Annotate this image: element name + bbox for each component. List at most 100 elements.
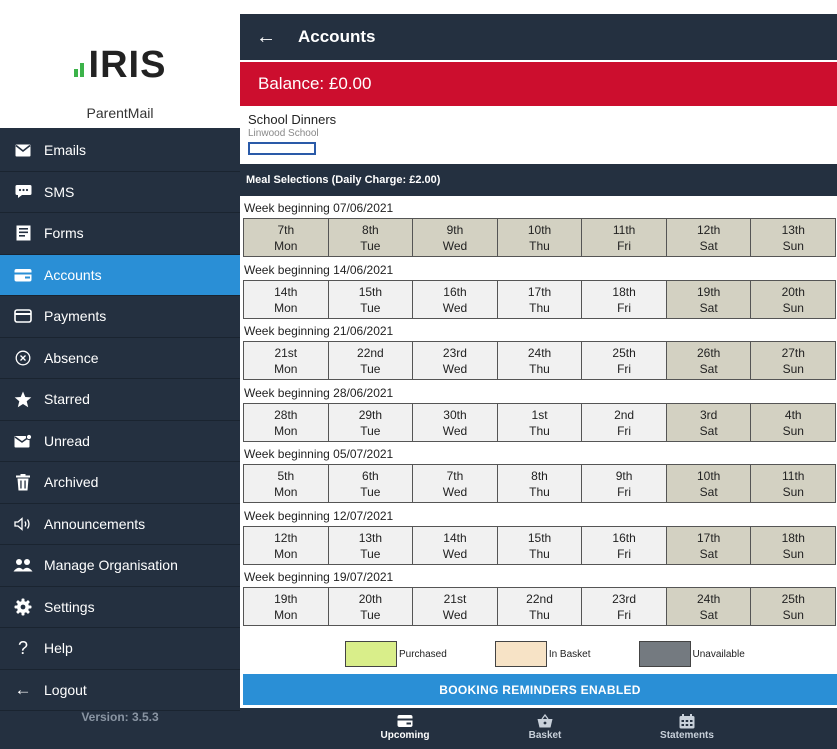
booking-reminders-button[interactable]: BOOKING REMINDERS ENABLED	[243, 674, 837, 705]
day-cell[interactable]: 20th Sun	[751, 280, 836, 318]
day-name: Sun	[782, 546, 804, 561]
day-cell[interactable]: 16th Fri	[582, 526, 667, 564]
day-cell[interactable]: 11th Fri	[582, 219, 667, 256]
tab-upcoming[interactable]: Upcoming	[345, 708, 465, 749]
day-date: 15th	[358, 284, 383, 299]
day-cell[interactable]: 21st Wed	[413, 588, 498, 625]
day-cell[interactable]: 13th Tue	[328, 526, 414, 564]
day-cell[interactable]: 23rd Wed	[413, 342, 498, 379]
day-cell[interactable]: 3rd Sat	[666, 403, 752, 441]
day-cell[interactable]: 4th Sun	[751, 403, 836, 441]
sidebar-item-emails[interactable]: Emails	[0, 130, 240, 172]
legend-in-basket-label: In Basket	[548, 648, 591, 660]
sidebar-item-forms[interactable]: Forms	[0, 213, 240, 255]
day-cell[interactable]: 2nd Fri	[582, 403, 667, 441]
day-name: Sat	[699, 300, 718, 315]
sidebar-item-label: SMS	[44, 183, 75, 200]
sidebar-item-archived[interactable]: Archived	[0, 462, 240, 504]
sidebar-item-settings[interactable]: Settings	[0, 587, 240, 628]
day-cell[interactable]: 1st Thu	[497, 403, 583, 441]
day-cell[interactable]: 23rd Fri	[582, 588, 667, 625]
day-cell[interactable]: 13th Sun	[751, 219, 836, 256]
legend-unavailable-swatch	[638, 641, 691, 667]
sidebar-item-label: Absence	[44, 349, 99, 366]
day-date: 23rd	[612, 592, 637, 606]
logo-text: IRIS	[88, 44, 167, 86]
day-date: 10th	[697, 469, 721, 483]
day-cell[interactable]: 10th Sat	[666, 465, 752, 502]
day-cell[interactable]: 20th Tue	[328, 588, 414, 625]
day-cell[interactable]: 9th Fri	[582, 465, 667, 502]
day-cell[interactable]: 15th Tue	[328, 280, 414, 318]
day-name: Sat	[699, 546, 718, 561]
day-cell[interactable]: 24th Sat	[666, 588, 752, 625]
sidebar-item-help[interactable]: ? Help	[0, 628, 240, 670]
sidebar-item-unread[interactable]: Unread	[0, 421, 240, 462]
day-cell[interactable]: 15th Thu	[497, 526, 583, 564]
day-cell[interactable]: 16th Wed	[413, 280, 498, 318]
sidebar-item-logout[interactable]: ← Logout	[0, 670, 240, 711]
day-cell[interactable]: 21st Mon	[244, 342, 329, 379]
tab-statements[interactable]: Statements	[627, 708, 747, 749]
bottom-nav: Upcoming Basket Statements	[240, 708, 837, 749]
sidebar-item-manage-organisation[interactable]: Manage Organisation	[0, 545, 240, 587]
day-date: 25th	[781, 592, 805, 606]
back-arrow-icon[interactable]: ←	[256, 26, 276, 49]
day-cell[interactable]: 6th Tue	[328, 465, 414, 502]
day-date: 8th	[531, 469, 548, 483]
day-cell[interactable]: 10th Thu	[497, 219, 583, 256]
day-cell[interactable]: 28th Mon	[244, 403, 329, 441]
day-cell[interactable]: 25th Sun	[751, 588, 836, 625]
day-cell[interactable]: 30th Wed	[413, 403, 498, 441]
sidebar-item-sms[interactable]: SMS	[0, 172, 240, 213]
day-cell[interactable]: 24th Thu	[497, 342, 583, 379]
day-cell[interactable]: 8th Tue	[328, 219, 414, 256]
day-cell[interactable]: 22nd Tue	[328, 342, 414, 379]
day-cell[interactable]: 22nd Thu	[497, 588, 583, 625]
sidebar-item-absence[interactable]: Absence	[0, 338, 240, 379]
sidebar-item-accounts[interactable]: Accounts	[0, 254, 240, 296]
sidebar-item-starred[interactable]: Starred	[0, 379, 240, 421]
day-cell[interactable]: 12th Mon	[244, 526, 329, 564]
day-name: Mon	[274, 300, 298, 315]
day-cell[interactable]: 17th Thu	[497, 280, 583, 318]
day-cell[interactable]: 12th Sat	[666, 219, 752, 256]
day-cell[interactable]: 7th Mon	[244, 219, 329, 256]
day-cell[interactable]: 25th Fri	[582, 342, 667, 379]
weeks-list[interactable]: Week beginning 07/06/2021 7th Mon 8th Tue 9th…	[240, 198, 837, 633]
day-cell[interactable]: 27th Sun	[751, 342, 836, 379]
school-name: Linwood School	[248, 128, 319, 139]
day-cell[interactable]: 19th Sat	[666, 280, 752, 318]
legend-in-basket-swatch	[494, 641, 547, 667]
day-cell[interactable]: 7th Wed	[413, 465, 498, 502]
day-cell[interactable]: 18th Fri	[582, 280, 667, 318]
day-cell[interactable]: 26th Sat	[666, 342, 752, 379]
day-date: 30th	[443, 407, 467, 422]
legend-purchased-label: Purchased	[399, 648, 447, 660]
sidebar: IRIS ParentMail Emails SMS Forms Account…	[0, 0, 240, 749]
day-date: 18th	[612, 284, 636, 299]
day-cell[interactable]: 8th Thu	[497, 465, 583, 502]
tab-label: Statements	[660, 730, 714, 741]
day-cell[interactable]: 11th Sun	[751, 465, 836, 502]
tab-basket[interactable]: Basket	[485, 708, 605, 749]
day-cell[interactable]: 14th Wed	[413, 526, 498, 564]
day-cell[interactable]: 18th Sun	[751, 526, 836, 564]
day-name: Fri	[617, 546, 632, 561]
sidebar-item-payments[interactable]: Payments	[0, 296, 240, 338]
week-label: Week beginning 28/06/2021	[244, 385, 394, 400]
day-cell[interactable]: 5th Mon	[244, 465, 329, 502]
day-date: 15th	[527, 530, 552, 545]
day-cell[interactable]: 29th Tue	[328, 403, 414, 441]
sidebar-item-announcements[interactable]: Announcements	[0, 504, 240, 545]
day-name: Fri	[617, 362, 632, 376]
people-icon	[12, 558, 34, 572]
day-cell[interactable]: 14th Mon	[244, 280, 329, 318]
day-cell[interactable]: 9th Wed	[413, 219, 498, 256]
day-cell[interactable]: 19th Mon	[244, 588, 329, 625]
day-cell[interactable]: 17th Sat	[666, 526, 752, 564]
day-date: 17th	[697, 530, 721, 545]
child-selector[interactable]	[248, 142, 316, 155]
week-label: Week beginning 12/07/2021	[244, 508, 394, 523]
day-date: 9th	[615, 469, 633, 483]
